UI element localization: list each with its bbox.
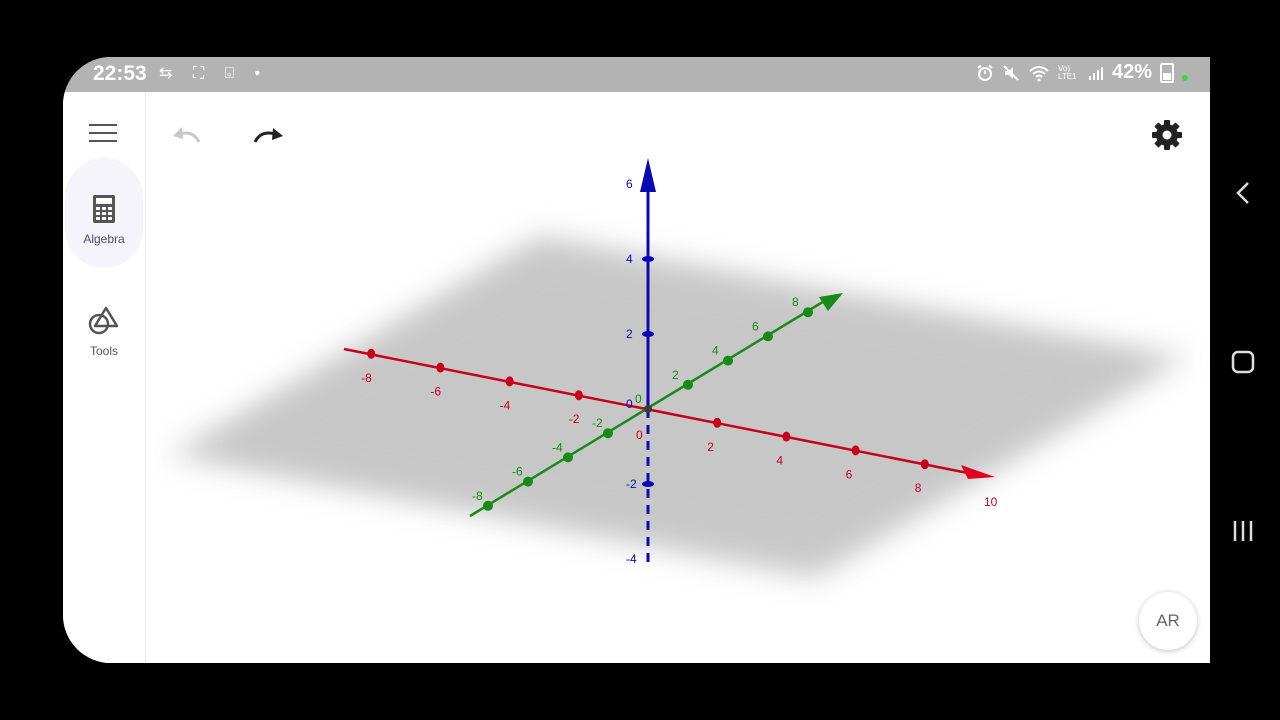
origin-label: 0 (635, 392, 642, 406)
x-axis-label: 4 (776, 454, 783, 468)
sidebar-item-label: Algebra (83, 232, 125, 246)
x-axis-tick (713, 417, 722, 428)
redo-button[interactable] (251, 122, 287, 150)
x-axis-tick (367, 348, 376, 359)
redo-icon (253, 128, 283, 143)
calculator-icon (93, 195, 115, 223)
menu-icon-line (89, 132, 117, 134)
z-axis-label: -4 (626, 552, 637, 566)
menu-icon-line (89, 124, 117, 126)
y-axis-label: 4 (712, 344, 719, 358)
status-time: 22:53 (93, 62, 147, 85)
z-axis-label: 2 (626, 327, 633, 341)
battery-icon (1160, 62, 1174, 83)
y-axis-tick (723, 355, 733, 366)
undo-button[interactable] (169, 122, 205, 150)
undo-icon (173, 127, 201, 143)
settings-button[interactable] (1149, 117, 1185, 153)
x-axis-tick (436, 362, 445, 373)
graphics-3d-view[interactable]: -8-6-4-2246810 -8-6-4-22468 642-2-4 0 00 (63, 57, 1210, 663)
y-axis-tick (603, 428, 613, 439)
y-axis-label: 2 (672, 368, 679, 382)
y-axis-label: -6 (512, 465, 523, 479)
y-axis-label: 8 (792, 295, 799, 309)
charging-dot-icon (1182, 74, 1188, 81)
y-axis-label: 6 (752, 319, 759, 333)
y-axis-tick (523, 476, 533, 487)
signal-icon (1088, 66, 1103, 80)
status-bar: 22:53 ⇆ ⛶ ⌻ • Vo) LTE1 42% (63, 57, 1210, 92)
battery-percent: 42% (1111, 61, 1152, 83)
mute-icon (1003, 64, 1019, 81)
z-axis-label: -2 (626, 477, 637, 491)
device-screen: -8 -6 -4 -2 2 4 6 8 10 -8 -6 -4 -2 2 4 6 8 6 4 2 -2 -4 000 … (63, 57, 1210, 663)
recent-apps-icon (1233, 521, 1253, 541)
x-axis-label: 6 (846, 467, 853, 481)
origin-label: 0 (626, 397, 633, 411)
y-axis-tick (483, 500, 493, 511)
alarm-icon (977, 64, 993, 81)
x-axis-label: -4 (500, 398, 511, 412)
z-axis-label: 4 (626, 252, 633, 266)
z-axis-label: 6 (626, 177, 633, 191)
sidebar: Algebra Tools (63, 92, 146, 663)
x-axis-label: 10 (984, 495, 998, 509)
z-axis-arrow (640, 158, 656, 192)
xy-plane-inner (203, 252, 1153, 557)
shapes-icon (88, 306, 119, 335)
notification-icons: ⇆ ⛶ ⌻ • (159, 65, 269, 82)
chevron-left-icon (1236, 182, 1249, 204)
y-axis-label: -2 (592, 416, 603, 430)
ar-button[interactable]: AR (1139, 592, 1197, 650)
z-axis-tick (642, 481, 654, 487)
network-label: Vo) LTE1 (1057, 63, 1077, 81)
sidebar-item-label: Tools (89, 344, 118, 358)
nav-back-button[interactable] (1228, 178, 1258, 208)
x-axis-label: -8 (361, 371, 372, 385)
y-axis-tick (763, 331, 773, 342)
x-axis-tick (851, 445, 860, 456)
sidebar-item-algebra[interactable]: Algebra (65, 158, 143, 268)
origin-point (644, 405, 652, 413)
y-axis-tick (563, 452, 573, 463)
y-axis-label: -4 (552, 440, 563, 454)
menu-button[interactable] (89, 124, 117, 144)
y-axis-label: -8 (472, 489, 483, 503)
x-axis-label: 8 (915, 481, 922, 495)
nav-home-button[interactable] (1228, 347, 1258, 377)
status-right-group: Vo) LTE1 42% (976, 61, 1188, 84)
gear-icon (1152, 120, 1182, 150)
x-axis-tick (505, 376, 514, 387)
x-axis-tick (920, 459, 929, 470)
z-axis-tick (642, 256, 654, 262)
y-axis-tick (683, 379, 693, 390)
nav-recent-apps-button[interactable] (1228, 516, 1258, 546)
x-axis-label: 2 (707, 440, 714, 454)
x-axis-label: -6 (430, 385, 441, 399)
x-axis-tick (782, 431, 791, 442)
menu-icon-line (89, 140, 117, 142)
x-axis-tick (574, 390, 583, 401)
z-axis-tick (642, 331, 654, 337)
y-axis-tick (803, 307, 813, 318)
wifi-icon (1029, 65, 1049, 81)
home-square-icon (1231, 350, 1255, 374)
x-axis-label: -2 (569, 412, 580, 426)
origin-label: 0 (636, 428, 643, 442)
sidebar-item-tools[interactable]: Tools (65, 270, 143, 380)
